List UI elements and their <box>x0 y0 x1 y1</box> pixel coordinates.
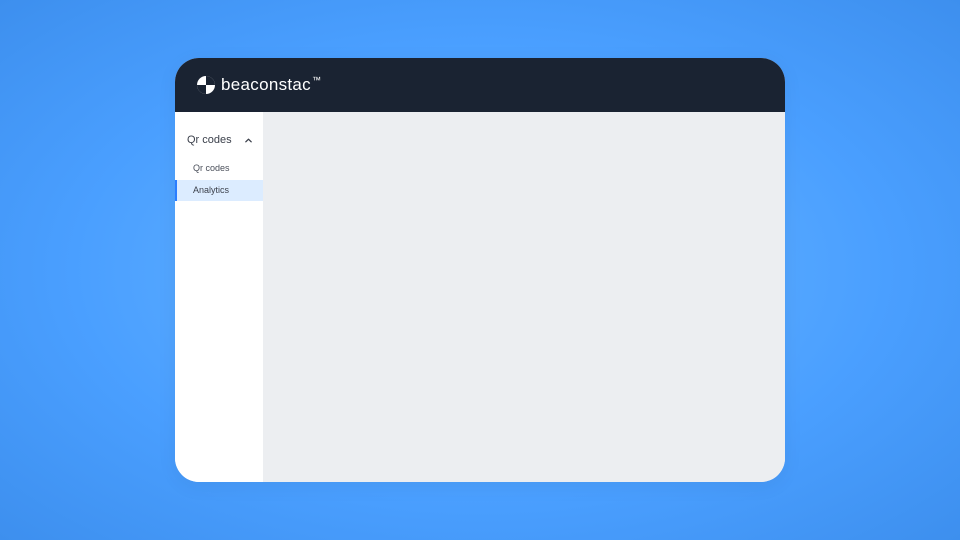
sidebar-item-analytics[interactable]: Analytics <box>175 180 263 202</box>
sidebar-items: Qr codes Analytics <box>175 158 263 201</box>
brand-logo[interactable]: beaconstac™ <box>197 75 321 95</box>
sidebar: Qr codes Qr codes Analytics <box>175 112 263 482</box>
app-body: Qr codes Qr codes Analytics <box>175 112 785 482</box>
main-content <box>263 112 785 482</box>
sidebar-item-label: Qr codes <box>193 163 230 173</box>
sidebar-item-label: Analytics <box>193 185 229 195</box>
beaconstac-logo-icon <box>197 76 215 94</box>
app-header: beaconstac™ <box>175 58 785 112</box>
sidebar-section-qrcodes[interactable]: Qr codes <box>175 130 263 150</box>
app-window: beaconstac™ Qr codes Qr codes Analytics <box>175 58 785 482</box>
sidebar-section-label: Qr codes <box>187 134 232 146</box>
sidebar-item-qrcodes[interactable]: Qr codes <box>175 158 263 180</box>
chevron-up-icon <box>243 135 253 145</box>
brand-name: beaconstac™ <box>221 75 321 95</box>
